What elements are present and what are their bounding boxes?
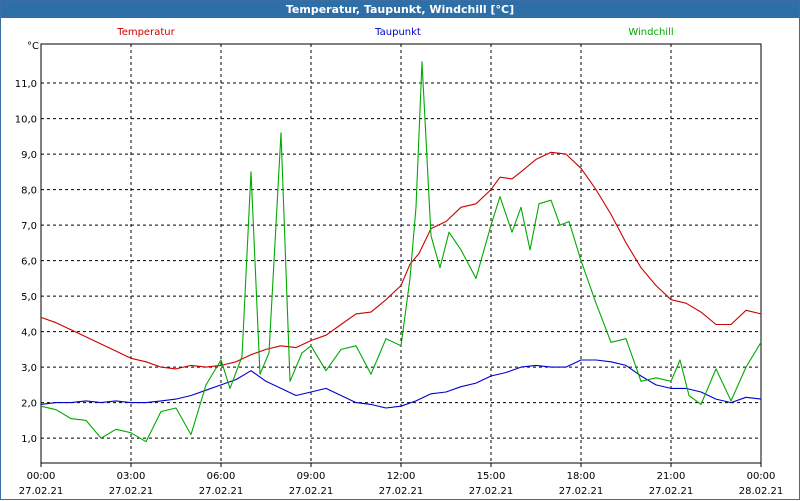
y-tick-label: 2,0	[21, 399, 37, 410]
y-tick-label: 3,0	[21, 363, 37, 374]
y-tick-label: 4,0	[21, 328, 37, 339]
x-tick-time-label: 06:00	[207, 471, 236, 482]
y-tick-label: 11,0	[15, 79, 37, 90]
x-tick-time-label: 00:00	[747, 471, 776, 482]
x-tick-time-label: 03:00	[117, 471, 146, 482]
chart-canvas: °C 1,0 2,0 3,0 4,0 5,0 6,0 7,0 8,0 9,0 10,0 11,0 00…	[15, 27, 784, 497]
x-tick-time-label: 09:00	[297, 471, 326, 482]
x-tick-date-label: 27.02.21	[109, 486, 154, 497]
legend-entry-windchill: Windchill	[628, 27, 673, 38]
x-tick-time-label: 00:00	[27, 471, 56, 482]
x-tick-time-label: 18:00	[567, 471, 596, 482]
unit-label: °C	[27, 41, 39, 52]
chart-window: Temperatur, Taupunkt, Windchill [°C] °C …	[0, 0, 800, 500]
y-tick-label: 1,0	[21, 434, 37, 445]
x-tick-date-label: 27.02.21	[379, 486, 424, 497]
grid	[41, 44, 761, 463]
y-tick-label: 9,0	[21, 150, 37, 161]
legend: Temperatur Taupunkt Windchill	[116, 27, 673, 38]
y-tick-label: 10,0	[15, 115, 37, 126]
x-tick-date-label: 27.02.21	[289, 486, 334, 497]
x-tick-date-label: 27.02.21	[559, 486, 604, 497]
y-tick-label: 6,0	[21, 257, 37, 268]
x-tick-date-label: 28.02.21	[739, 486, 784, 497]
x-tick-date-label: 27.02.21	[649, 486, 694, 497]
x-tick-time-label: 21:00	[657, 471, 686, 482]
x-tick-date-label: 27.02.21	[19, 486, 64, 497]
x-tick-time-label: 15:00	[477, 471, 506, 482]
y-tick-label: 5,0	[21, 292, 37, 303]
x-tick-date-label: 27.02.21	[199, 486, 244, 497]
y-tick-label: 7,0	[21, 221, 37, 232]
legend-entry-taupunkt: Taupunkt	[374, 27, 421, 38]
x-tick-date-label: 27.02.21	[469, 486, 514, 497]
y-tick-label: 8,0	[21, 186, 37, 197]
x-tick-time-label: 12:00	[387, 471, 416, 482]
legend-entry-temperatur: Temperatur	[116, 27, 175, 38]
